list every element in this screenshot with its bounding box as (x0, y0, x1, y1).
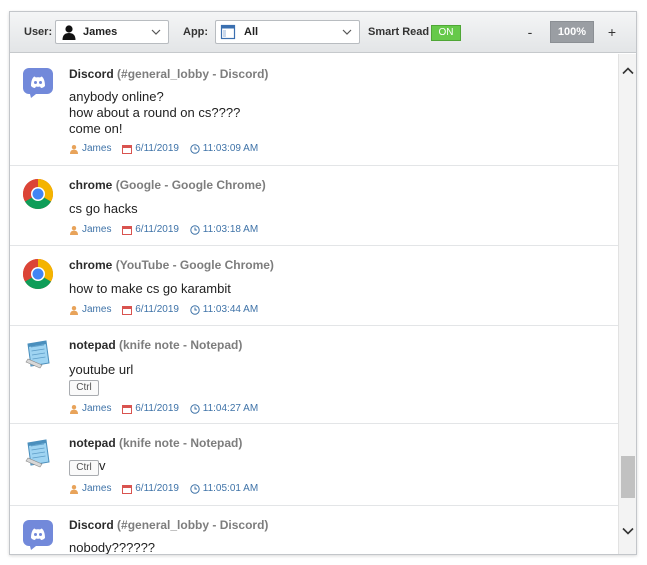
entry-date: 6/11/2019 (135, 483, 179, 494)
app-label: App: (183, 26, 209, 38)
smart-read-toggle[interactable]: ON (431, 25, 461, 41)
user-icon (70, 144, 78, 154)
list-item[interactable]: Discord (#general_lobby - Discord) nobod… (10, 506, 618, 554)
clock-icon (190, 304, 200, 315)
entry-meta: James 6/11/2019 11:05:01 AM (69, 483, 266, 495)
chevron-up-icon[interactable] (621, 64, 635, 78)
entry-user: James (82, 403, 112, 414)
clock-icon (190, 403, 200, 414)
discord-icon (23, 68, 53, 98)
activity-list: Discord (#general_lobby - Discord) anybo… (10, 54, 618, 554)
clock-icon (190, 483, 200, 494)
list-item[interactable]: notepad (knife note - Notepad) Ctrl v Jam… (10, 424, 618, 506)
user-icon (70, 484, 78, 494)
entry-text: anybody online? (69, 89, 164, 104)
entry-meta: James 6/11/2019 11:03:44 AM (69, 304, 266, 316)
zoom-level: 100% (550, 21, 594, 43)
chevron-down-icon (342, 29, 352, 35)
list-item[interactable]: notepad (knife note - Notepad) youtube u… (10, 326, 618, 424)
user-icon (70, 225, 78, 235)
entry-time: 11:03:09 AM (202, 143, 259, 154)
entry-header: Discord (#general_lobby - Discord) (69, 518, 268, 532)
keystroke-viewer-window: User: James App: All Smart Read ON - 100… (9, 11, 637, 555)
entry-text: how to make cs go karambit (69, 281, 231, 296)
user-icon (70, 404, 78, 414)
clock-icon (190, 143, 200, 154)
entry-meta: James 6/11/2019 11:03:18 AM (69, 224, 266, 236)
smart-read-label: Smart Read (368, 26, 430, 38)
user-label: User: (24, 26, 53, 38)
calendar-icon (122, 225, 133, 235)
chrome-icon (22, 259, 54, 290)
entry-text: how about a round on cs???? (69, 105, 241, 120)
scrollbar-thumb[interactable] (621, 456, 635, 498)
entry-app-name: notepad (69, 436, 116, 450)
entry-time: 11:03:18 AM (202, 224, 259, 235)
entry-date: 6/11/2019 (135, 143, 179, 154)
toolbar: User: James App: All Smart Read ON - 100… (10, 12, 636, 53)
calendar-icon (122, 305, 133, 315)
vertical-scrollbar[interactable] (618, 54, 636, 554)
calendar-icon (122, 144, 133, 154)
entry-keys: Ctrl (69, 378, 99, 396)
app-select[interactable]: All (215, 20, 360, 44)
entry-text: v (99, 458, 106, 473)
app-select-value: All (244, 26, 259, 38)
entry-window-title: (knife note - Notepad) (119, 436, 243, 450)
entry-app-name: notepad (69, 338, 116, 352)
chrome-icon (22, 179, 54, 210)
entry-header: Discord (#general_lobby - Discord) (69, 67, 268, 81)
entry-time: 11:05:01 AM (202, 483, 259, 494)
zoom-in-button[interactable]: + (605, 24, 619, 40)
entry-user: James (82, 224, 112, 235)
entry-keys: Ctrl v (69, 458, 106, 476)
calendar-icon (122, 404, 133, 414)
list-item[interactable]: chrome (YouTube - Google Chrome) how to … (10, 246, 618, 326)
notepad-icon (25, 340, 50, 369)
user-select[interactable]: James (55, 20, 169, 44)
zoom-out-button[interactable]: - (523, 24, 537, 40)
entry-header: chrome (Google - Google Chrome) (69, 178, 266, 192)
notepad-icon (25, 439, 50, 468)
user-icon (62, 25, 76, 40)
entry-app-name: chrome (69, 258, 113, 272)
entry-window-title: (YouTube - Google Chrome) (115, 258, 274, 272)
entry-app-name: Discord (69, 518, 114, 532)
entry-header: notepad (knife note - Notepad) (69, 338, 242, 352)
entry-time: 11:04:27 AM (202, 403, 259, 414)
entry-window-title: (knife note - Notepad) (119, 338, 243, 352)
entry-app-name: chrome (69, 178, 113, 192)
entry-app-name: Discord (69, 67, 114, 81)
discord-icon (23, 520, 53, 550)
entry-user: James (82, 483, 112, 494)
chevron-down-icon[interactable] (621, 524, 635, 538)
entry-user: James (82, 304, 112, 315)
entry-meta: James 6/11/2019 11:03:09 AM (69, 143, 266, 155)
entry-text: come on! (69, 121, 123, 136)
calendar-icon (122, 484, 133, 494)
list-item[interactable]: Discord (#general_lobby - Discord) anybo… (10, 54, 618, 166)
entry-text: cs go hacks (69, 201, 138, 216)
entry-header: chrome (YouTube - Google Chrome) (69, 258, 274, 272)
user-icon (70, 305, 78, 315)
entry-time: 11:03:44 AM (202, 304, 259, 315)
key-badge: Ctrl (69, 460, 99, 476)
entry-window-title: (#general_lobby - Discord) (117, 67, 269, 81)
entry-window-title: (#general_lobby - Discord) (117, 518, 269, 532)
user-select-value: James (83, 26, 118, 38)
window-icon (220, 24, 236, 40)
entry-date: 6/11/2019 (135, 304, 179, 315)
entry-date: 6/11/2019 (135, 403, 179, 414)
chevron-down-icon (151, 29, 161, 35)
key-badge: Ctrl (69, 380, 99, 396)
entry-window-title: (Google - Google Chrome) (115, 178, 266, 192)
entry-date: 6/11/2019 (135, 224, 179, 235)
entry-text: youtube url (69, 362, 134, 377)
entry-header: notepad (knife note - Notepad) (69, 436, 242, 450)
clock-icon (190, 224, 200, 235)
entry-user: James (82, 143, 112, 154)
entry-meta: James 6/11/2019 11:04:27 AM (69, 403, 266, 415)
list-item[interactable]: chrome (Google - Google Chrome) cs go ha… (10, 166, 618, 246)
entry-text: nobody?????? (69, 540, 156, 554)
